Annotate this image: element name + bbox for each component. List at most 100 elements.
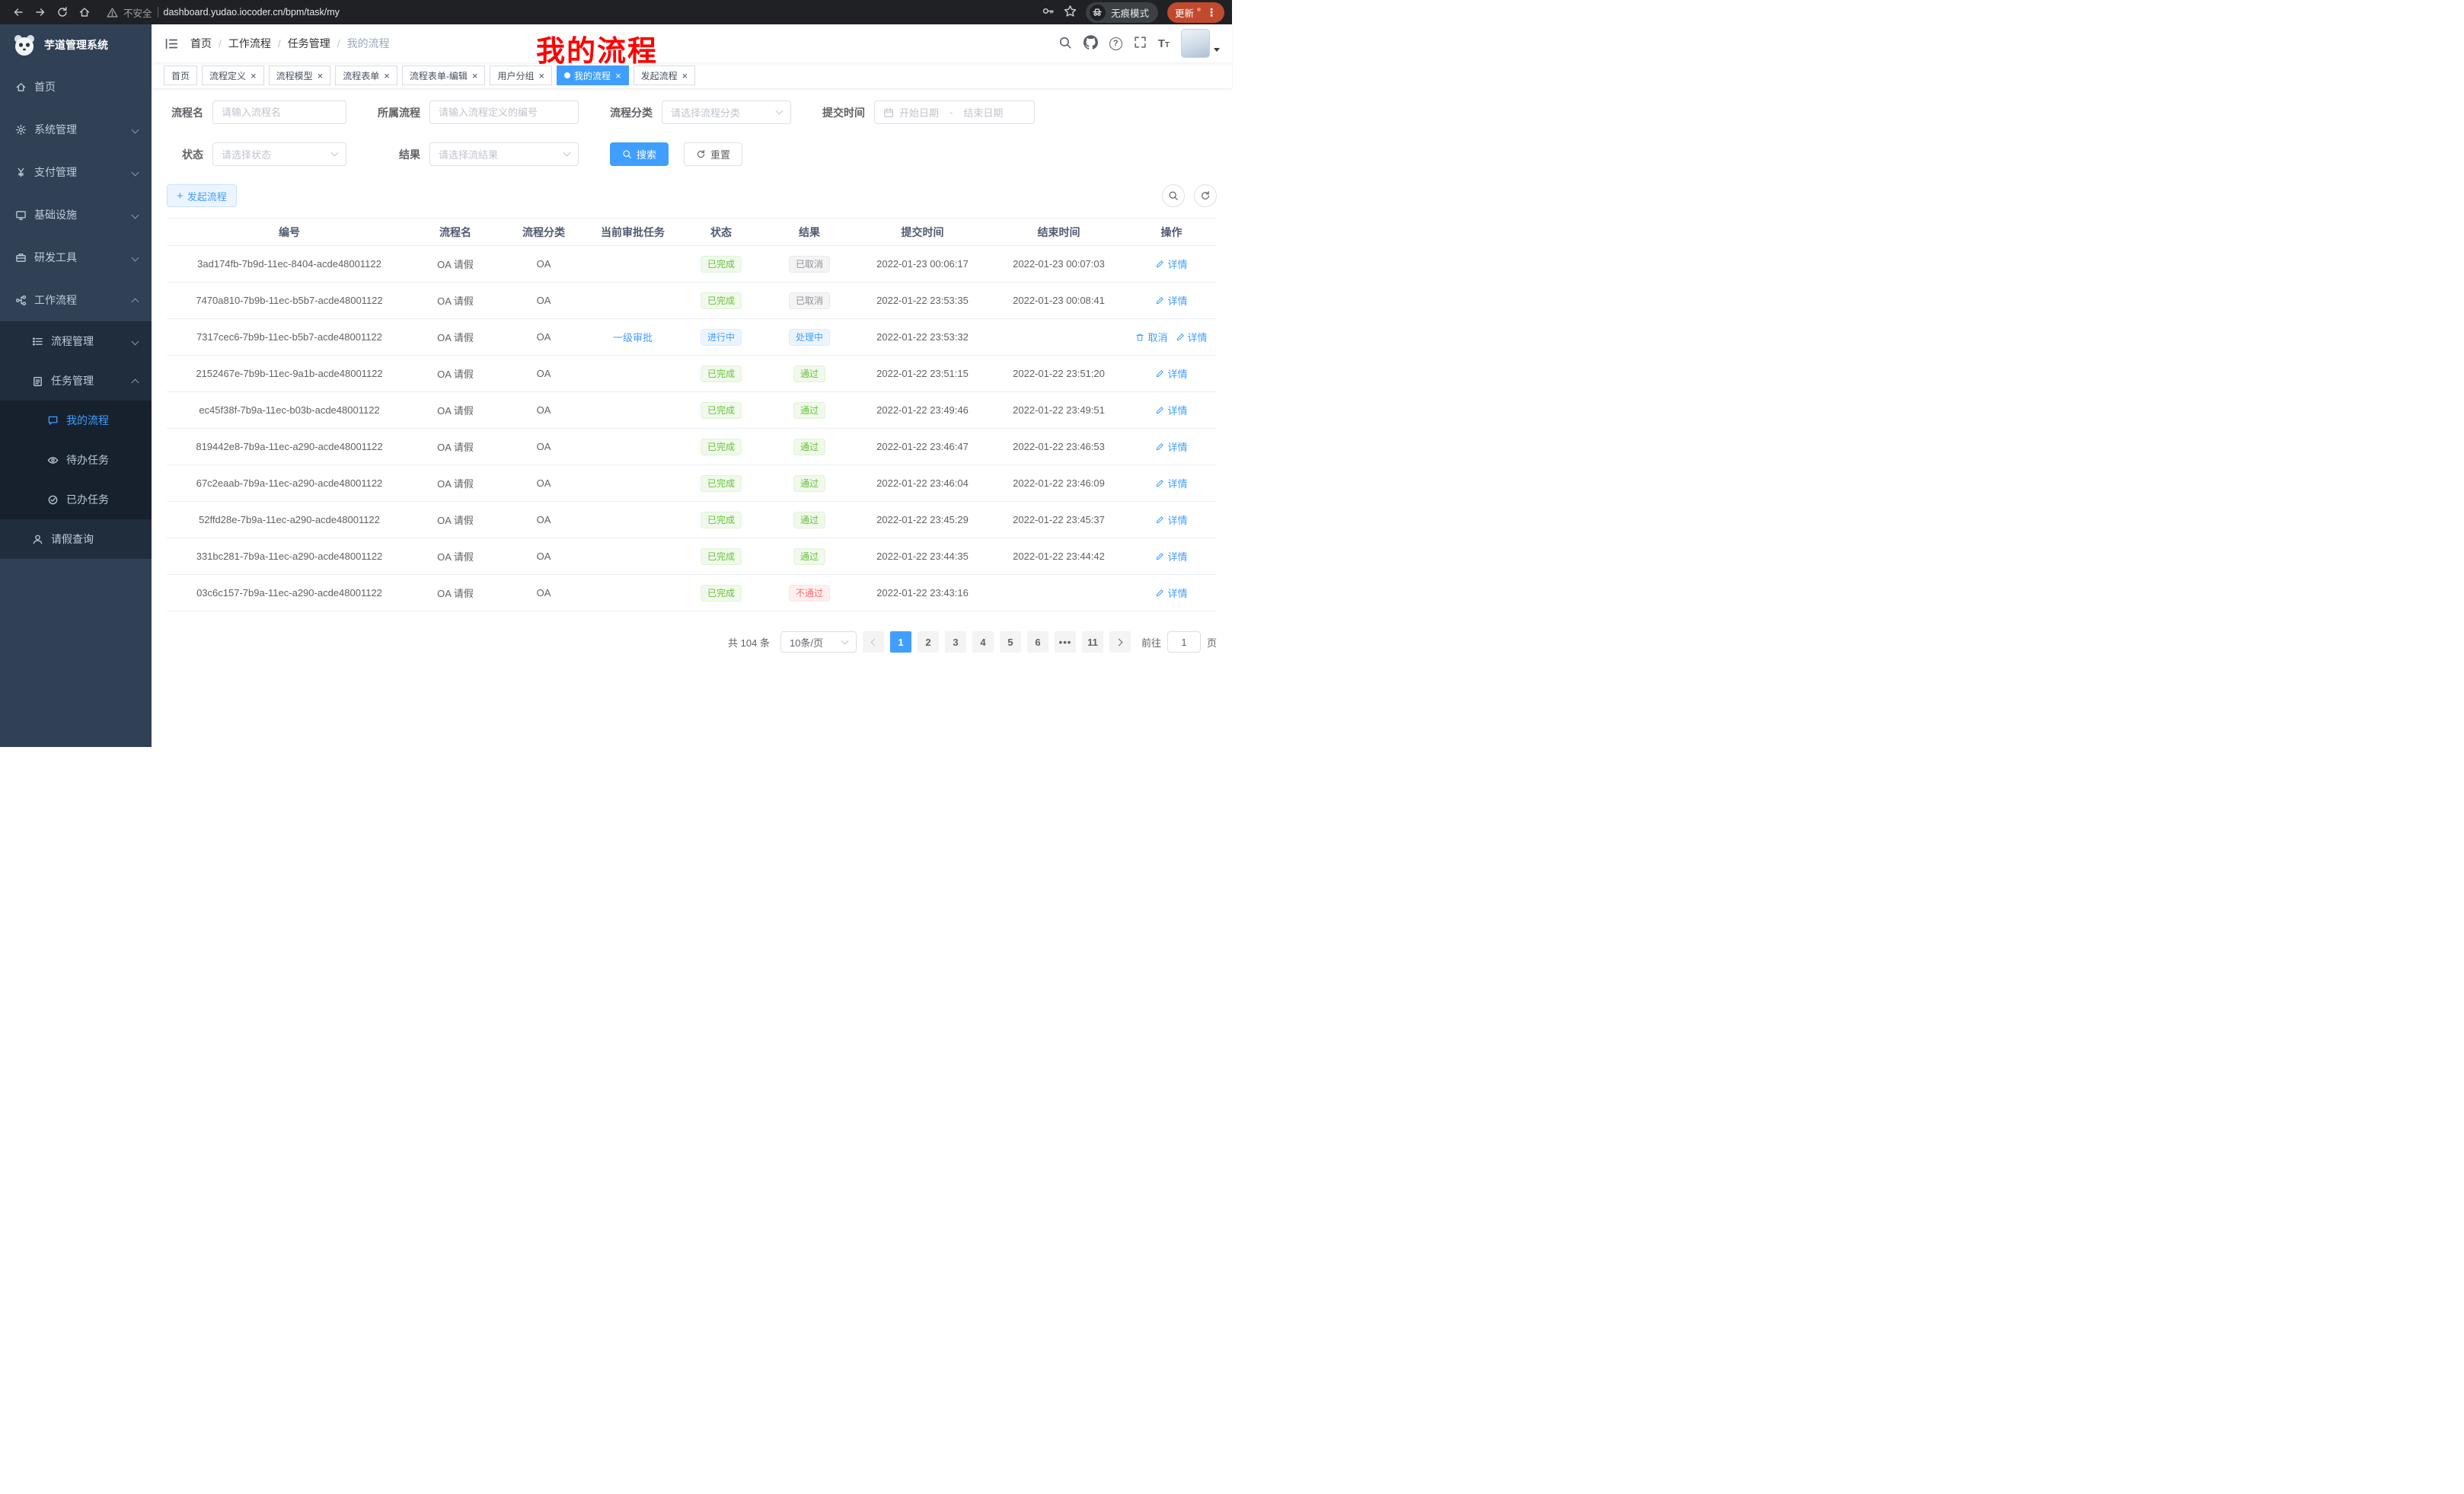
search-button[interactable]: 搜索 [610, 142, 669, 166]
total-count: 共 104 条 [728, 635, 770, 650]
reset-button[interactable]: 重置 [684, 142, 742, 166]
page-button-3[interactable]: 3 [945, 631, 966, 653]
breadcrumb-task-mgmt[interactable]: 任务管理 [288, 36, 330, 51]
cell-name: OA 请假 [412, 392, 499, 429]
status-select[interactable]: 请选择状态 [212, 142, 346, 166]
sidebar-logo[interactable]: 芋道管理系统 [0, 24, 152, 65]
submit-time-range-picker[interactable]: 开始日期 - 结束日期 [874, 101, 1035, 124]
next-page-button[interactable] [1109, 631, 1131, 653]
tab-home[interactable]: 首页 [164, 65, 197, 85]
tab-close-icon[interactable]: × [317, 71, 324, 81]
detail-link[interactable]: 详情 [1155, 512, 1187, 527]
sidebar-item-home[interactable]: 首页 [0, 65, 152, 108]
sidebar-item-my-process[interactable]: 我的流程 [0, 401, 152, 440]
goto-page-input[interactable] [1167, 631, 1201, 653]
sidebar-item-todo-tasks[interactable]: 待办任务 [0, 440, 152, 480]
font-size-icon[interactable]: TT [1158, 37, 1170, 50]
sidebar-item-leave-query[interactable]: 请假查询 [0, 519, 152, 559]
detail-link[interactable]: 详情 [1155, 403, 1187, 417]
tab-close-icon[interactable]: × [538, 71, 544, 81]
sidebar-item-done-tasks[interactable]: 已办任务 [0, 480, 152, 519]
page-size-select[interactable]: 10条/页 [780, 631, 857, 653]
current-task-link[interactable]: 一级审批 [613, 332, 653, 343]
prev-page-button[interactable] [863, 631, 884, 653]
browser-back-button[interactable] [8, 2, 28, 23]
page-button-2[interactable]: 2 [918, 631, 939, 653]
detail-link[interactable]: 详情 [1155, 549, 1187, 563]
start-process-button[interactable]: + 发起流程 [167, 184, 237, 207]
tab-close-icon[interactable]: × [614, 71, 621, 81]
fullscreen-icon[interactable] [1134, 36, 1147, 51]
sidebar-item-devtools[interactable]: 研发工具 [0, 236, 152, 279]
detail-link[interactable]: 详情 [1176, 330, 1208, 344]
header-search-icon[interactable] [1058, 36, 1072, 52]
cell-submit-time: 2022-01-22 23:49:46 [854, 392, 991, 429]
url-text[interactable]: dashboard.yudao.iocoder.cn/bpm/task/my [164, 7, 340, 18]
browser-update-button[interactable]: 更新 ⋮ [1167, 2, 1224, 23]
sidebar-item-system[interactable]: 系统管理 [0, 108, 152, 151]
toggle-search-button[interactable] [1162, 184, 1185, 207]
tab-process-form-edit[interactable]: 流程表单-编辑× [402, 65, 486, 85]
password-key-icon[interactable] [1042, 5, 1055, 20]
chevron-down-icon [132, 254, 139, 261]
result-select[interactable]: 请选择流结果 [429, 142, 579, 166]
cell-actions: 详情 [1126, 246, 1217, 283]
cell-actions: 详情 [1126, 356, 1217, 392]
detail-link[interactable]: 详情 [1155, 257, 1187, 271]
cell-id: 2152467e-7b9b-11ec-9a1b-acde48001122 [167, 356, 412, 392]
sidebar-item-payment[interactable]: 支付管理 [0, 151, 152, 193]
help-icon[interactable]: ? [1109, 37, 1122, 50]
bookmark-star-icon[interactable] [1064, 5, 1077, 20]
security-label[interactable]: 不安全 [123, 5, 152, 20]
user-menu[interactable] [1181, 29, 1220, 58]
tab-process-definition[interactable]: 流程定义× [202, 65, 264, 85]
browser-forward-button[interactable] [30, 2, 50, 23]
detail-link[interactable]: 详情 [1155, 366, 1187, 381]
browser-home-button[interactable] [74, 2, 94, 23]
end-date-placeholder[interactable]: 结束日期 [963, 105, 1003, 120]
cell-name: OA 请假 [412, 356, 499, 392]
process-name-input[interactable] [212, 101, 346, 124]
detail-link[interactable]: 详情 [1155, 439, 1187, 454]
incognito-badge[interactable]: 无痕模式 [1086, 2, 1158, 23]
cell-result: 通过 [765, 356, 854, 392]
category-select[interactable]: 请选择流程分类 [662, 101, 791, 124]
page-button-1[interactable]: 1 [890, 631, 911, 653]
cell-id: 819442e8-7b9a-11ec-a290-acde48001122 [167, 429, 412, 465]
sidebar-item-workflow[interactable]: 工作流程 [0, 279, 152, 321]
avatar[interactable] [1181, 29, 1210, 58]
breadcrumb-workflow[interactable]: 工作流程 [228, 36, 271, 51]
tab-close-icon[interactable]: × [471, 71, 478, 81]
sidebar-item-process-mgmt[interactable]: 流程管理 [0, 321, 152, 361]
cancel-link[interactable]: 取消 [1135, 330, 1167, 344]
cell-actions: 详情 [1126, 538, 1217, 575]
browser-reload-button[interactable] [52, 2, 72, 23]
workflow-submenu: 流程管理 任务管理 我的流程 待办任务 已办任务 请假查询 [0, 321, 152, 559]
sidebar-collapse-button[interactable] [164, 37, 178, 51]
refresh-table-button[interactable] [1194, 184, 1217, 207]
tab-close-icon[interactable]: × [681, 71, 688, 81]
detail-link[interactable]: 详情 [1155, 586, 1187, 600]
breadcrumb-home[interactable]: 首页 [190, 36, 212, 51]
page-button-4[interactable]: 4 [972, 631, 994, 653]
start-date-placeholder[interactable]: 开始日期 [899, 105, 939, 120]
result-badge: 通过 [793, 439, 825, 455]
tab-close-icon[interactable]: × [250, 71, 257, 81]
cell-result: 通过 [765, 538, 854, 575]
more-pages-button[interactable]: ••• [1055, 631, 1076, 653]
detail-link[interactable]: 详情 [1155, 293, 1187, 308]
page-button-6[interactable]: 6 [1027, 631, 1048, 653]
github-icon[interactable] [1084, 35, 1098, 52]
sidebar-item-infrastructure[interactable]: 基础设施 [0, 193, 152, 236]
breadcrumb: 首页 / 工作流程 / 任务管理 / 我的流程 [190, 36, 390, 51]
address-bar[interactable]: 不安全 dashboard.yudao.iocoder.cn/bpm/task/… [107, 5, 340, 20]
tab-process-form[interactable]: 流程表单× [335, 65, 397, 85]
tab-close-icon[interactable]: × [383, 71, 390, 81]
page-button-11[interactable]: 11 [1082, 631, 1103, 653]
detail-link[interactable]: 详情 [1155, 476, 1187, 490]
process-definition-input[interactable] [429, 101, 579, 124]
sidebar-item-task-mgmt[interactable]: 任务管理 [0, 361, 152, 401]
tab-process-model[interactable]: 流程模型× [269, 65, 331, 85]
page-button-5[interactable]: 5 [1000, 631, 1021, 653]
browser-menu-icon[interactable]: ⋮ [1206, 6, 1217, 19]
